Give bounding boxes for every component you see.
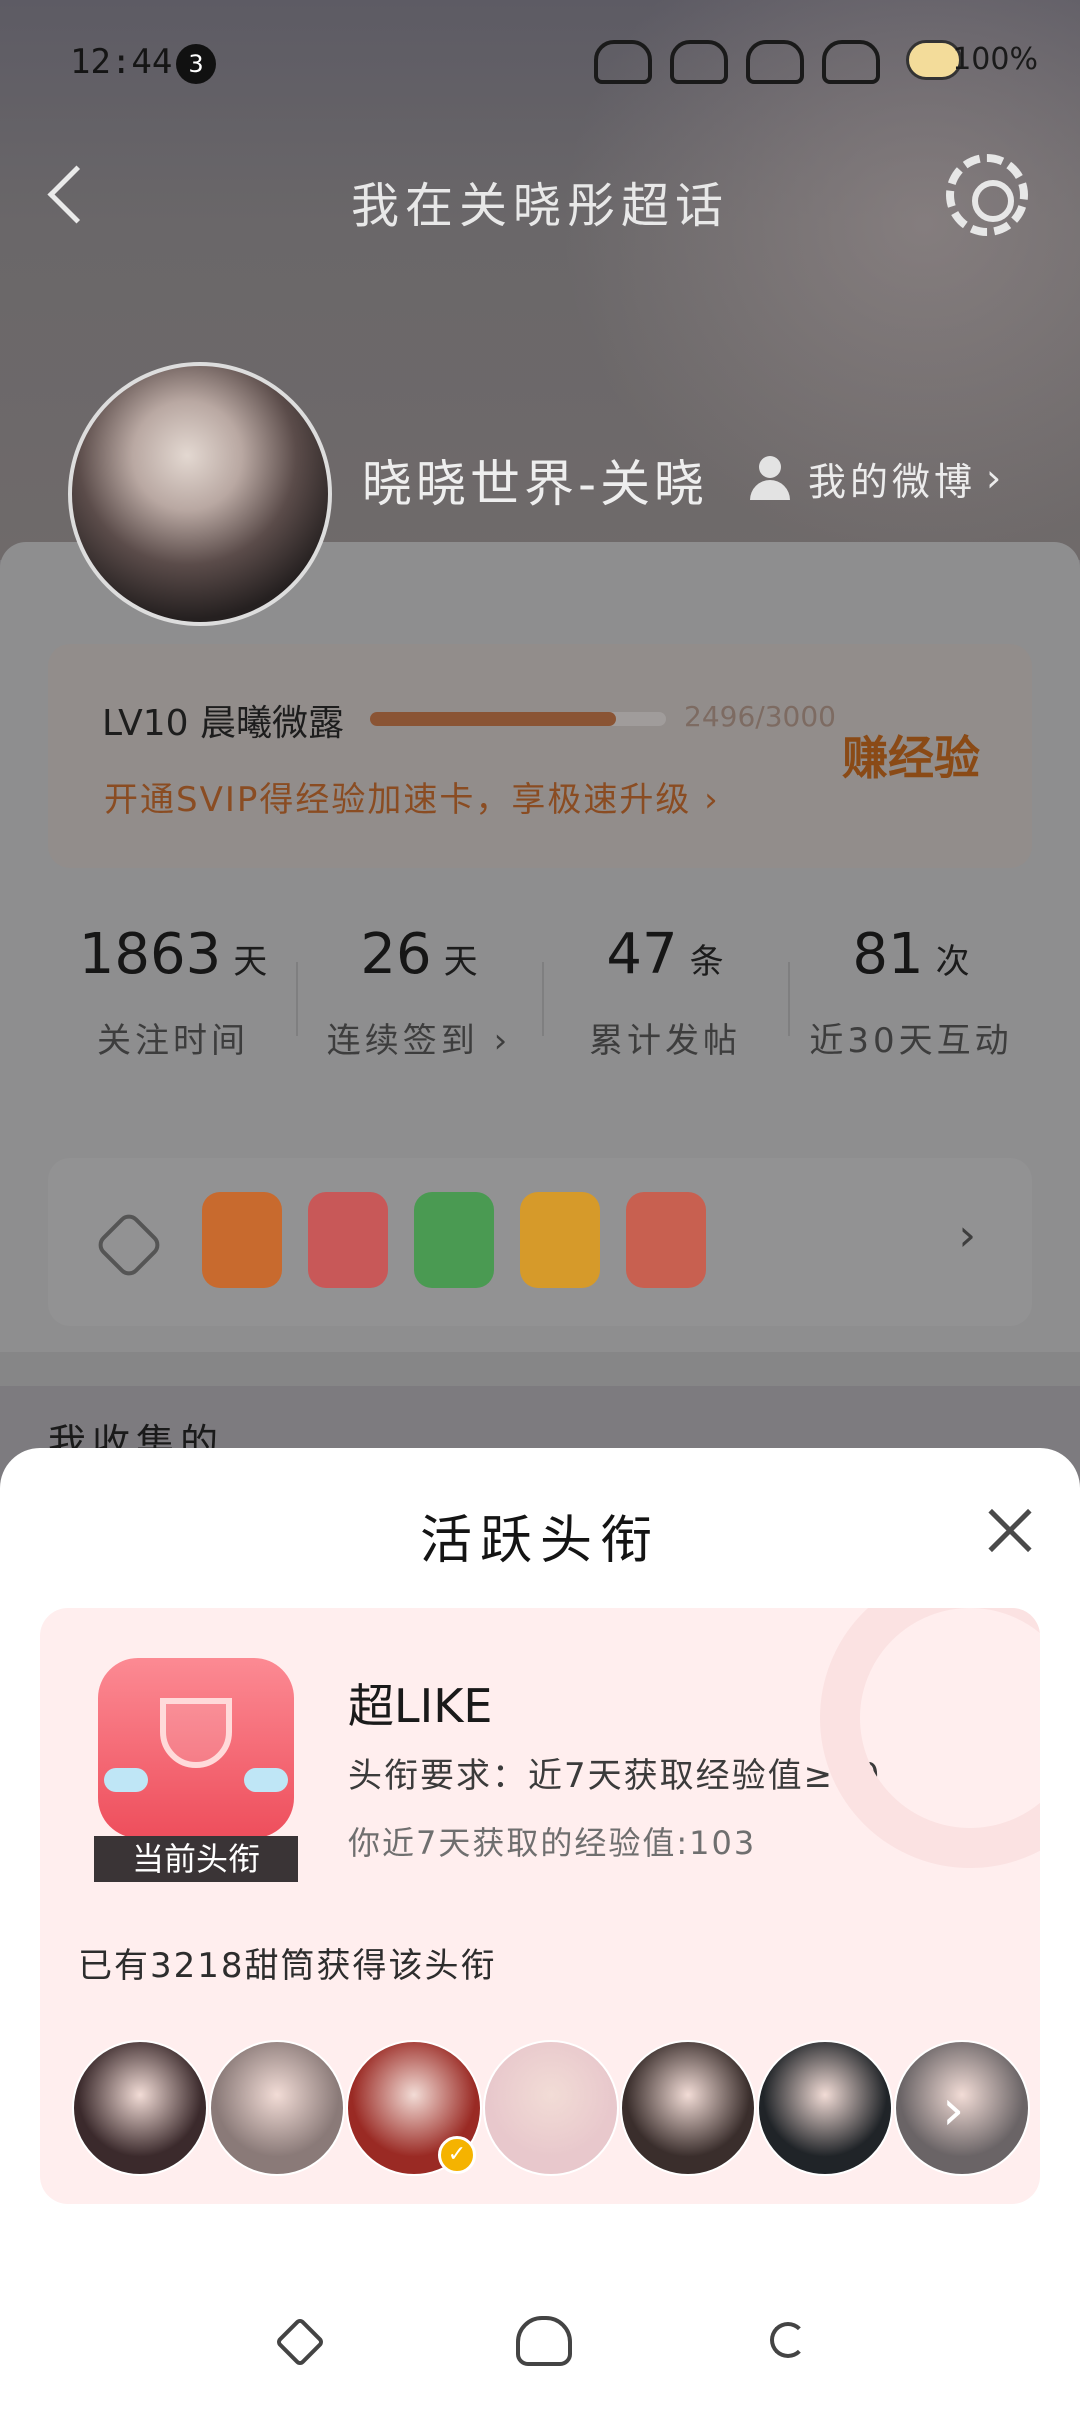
holders-count: 已有3218甜筒获得该头衔	[78, 1946, 497, 1986]
lv10-badge-icon[interactable]	[202, 1192, 282, 1288]
verified-icon: ✓	[438, 2136, 476, 2174]
rock-badge-icon[interactable]	[626, 1192, 706, 1288]
badges-row[interactable]: ›	[48, 1158, 1032, 1326]
stat-label: 连续签到	[326, 1021, 479, 1061]
battery-level: 100%	[952, 42, 1038, 77]
level-progress-bar	[370, 712, 666, 726]
level-progress-fill	[370, 712, 617, 726]
stat-value: 81	[852, 922, 924, 987]
stat-label: 近30天互动	[809, 1021, 1013, 1061]
stat-unit: 天	[233, 942, 268, 982]
title-requirement: 头衔要求：近7天获取经验值≥80	[348, 1756, 882, 1796]
close-icon[interactable]	[982, 1502, 1038, 1558]
holder-avatar[interactable]	[620, 2040, 756, 2176]
cellular-4g-icon	[822, 40, 880, 84]
hand-badge-icon[interactable]	[414, 1192, 494, 1288]
stat-value: 47	[606, 922, 678, 987]
current-title-ribbon: 当前头衔	[94, 1836, 298, 1882]
chevron-right-icon[interactable]: ›	[958, 1210, 976, 1261]
holder-avatar[interactable]	[483, 2040, 619, 2176]
chevron-right-icon: ›	[942, 2078, 965, 2143]
chevron-right-icon: ›	[986, 456, 1006, 500]
stat-checkin-streak[interactable]: 26 天 连续签到 ›	[296, 922, 542, 1072]
status-bar: 12:44 3 100%	[0, 30, 1080, 96]
svip-promo-link[interactable]: 开通SVIP得经验加速卡，享极速升级 ›	[104, 772, 720, 821]
person-icon	[748, 454, 792, 502]
stat-posts: 47 条 累计发帖	[542, 922, 788, 1072]
home-icon[interactable]	[516, 2316, 572, 2366]
wing-right-icon	[244, 1768, 288, 1792]
stat-unit: 天	[443, 942, 478, 982]
my-exp-text: 你近7天获取的经验值:103	[348, 1824, 757, 1862]
section-divider	[0, 1352, 1080, 1386]
level-progress-text: 2496/3000	[684, 700, 836, 733]
stat-unit: 次	[935, 942, 970, 982]
holder-avatar[interactable]: ›	[894, 2040, 1030, 2176]
wifi-icon	[670, 40, 728, 84]
stat-label: 关注时间	[97, 1021, 249, 1061]
signal-icon	[594, 40, 652, 84]
level-label: LV10 晨曦微露	[102, 703, 344, 744]
system-nav-bar	[0, 2308, 1080, 2388]
stat-label-link: 连续签到 ›	[326, 1021, 512, 1061]
trophy-cup-icon	[160, 1698, 232, 1768]
page-title: 我在关晓彤超话	[350, 178, 729, 234]
holder-avatar[interactable]: ✓	[346, 2040, 482, 2176]
stat-unit: 条	[689, 942, 724, 982]
sheet-title: 活跃头衔	[419, 1511, 660, 1571]
my-weibo-label: 我的微博	[808, 459, 977, 504]
holder-avatar[interactable]	[757, 2040, 893, 2176]
wing-left-icon	[104, 1768, 148, 1792]
holder-avatar[interactable]	[72, 2040, 208, 2176]
recents-icon[interactable]	[274, 2316, 326, 2368]
status-time: 12:44	[70, 42, 173, 82]
badge-lock-icon	[93, 1209, 165, 1281]
back-icon[interactable]	[770, 2322, 806, 2358]
notification-count-badge: 3	[176, 44, 216, 84]
title-name: 超LIKE	[348, 1679, 493, 1733]
my-weibo-link[interactable]: 我的微博 ›	[748, 448, 1005, 508]
stat-interactions: 81 次 近30天互动	[788, 922, 1034, 1072]
title-card: 当前头衔 超LIKE 头衔要求：近7天获取经验值≥80 你近7天获取的经验值:1…	[40, 1608, 1040, 2204]
cheer-badge-icon[interactable]	[520, 1192, 600, 1288]
gear-icon[interactable]	[946, 154, 1028, 236]
svip-promo-text: 开通SVIP得经验加速卡，享极速升级	[104, 780, 692, 820]
status-icons	[594, 40, 880, 84]
earn-exp-button[interactable]: 赚经验	[842, 722, 980, 788]
stat-label: 累计发帖	[589, 1021, 741, 1061]
cellular-4g-icon	[746, 40, 804, 84]
trophy-badge-icon	[98, 1658, 294, 1838]
holders-avatar-row[interactable]: ✓ ›	[72, 2040, 1030, 2176]
level-card[interactable]: LV10 晨曦微露 2496/3000 开通SVIP得经验加速卡，享极速升级 ›…	[48, 644, 1032, 868]
holder-avatar[interactable]	[209, 2040, 345, 2176]
avatar[interactable]	[68, 362, 332, 626]
stat-value: 26	[360, 922, 432, 987]
trophy-badge-icon[interactable]	[308, 1192, 388, 1288]
stat-follow-time: 1863 天 关注时间	[50, 922, 296, 1072]
stat-value: 1863	[78, 922, 222, 987]
profile-card: LV10 晨曦微露 2496/3000 开通SVIP得经验加速卡，享极速升级 ›…	[0, 542, 1080, 1352]
user-name: 晓晓世界-关晓彤	[362, 455, 702, 513]
stats-row: 1863 天 关注时间 26 天 连续签到 › 47 条 累计发帖 81 次 近30天互…	[50, 922, 1034, 1072]
active-title-sheet: 活跃头衔 当前头衔 超LIKE 头衔要求：近7天获取经验值≥80 你近7天获取的…	[0, 1448, 1080, 2414]
